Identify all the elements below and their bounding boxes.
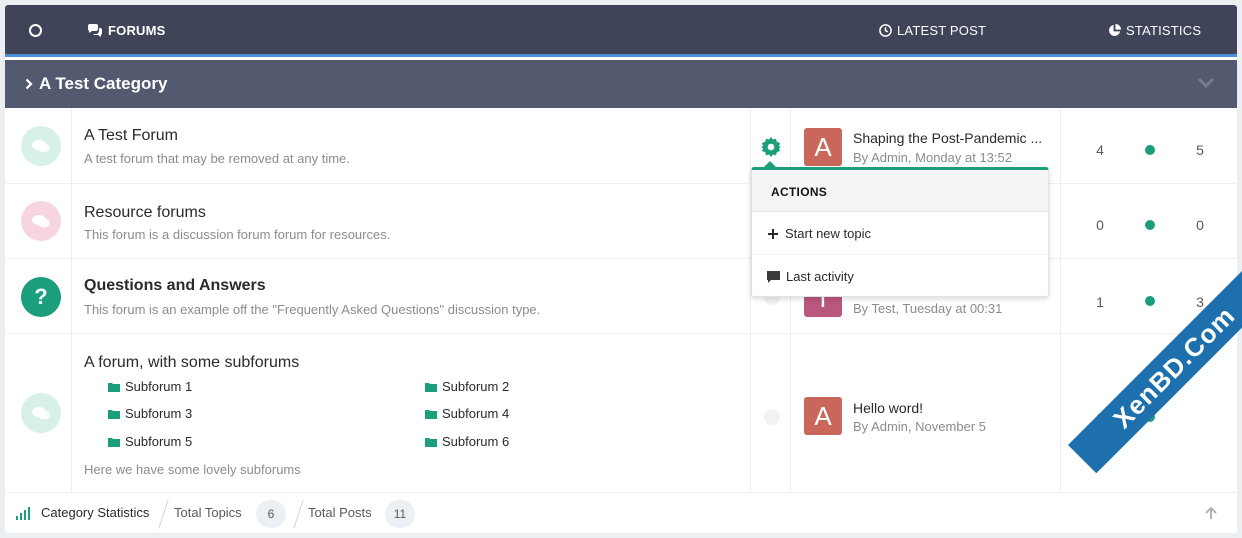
folder-icon: [425, 409, 437, 419]
latest-post-meta: By Admin, Monday at 13:52: [853, 150, 1012, 165]
forum-description: This forum is an example off the "Freque…: [84, 302, 541, 317]
latest-post-meta: By Admin, November 5: [853, 419, 986, 434]
forum-row: A Test Forum A test forum that may be re…: [5, 108, 1237, 184]
signal-bars-icon: [16, 507, 30, 520]
forum-title[interactable]: A forum, with some subforums: [84, 354, 299, 372]
statistics-column-header: STATISTICS: [1108, 23, 1201, 38]
total-posts-label: Total Posts: [308, 505, 372, 520]
unread-indicator: [764, 409, 780, 425]
forums-label: FORUMS: [108, 23, 166, 38]
folder-icon: [108, 382, 120, 392]
subforum-link[interactable]: Subforum 6: [425, 434, 509, 449]
last-activity-label: Last activity: [786, 269, 854, 284]
folder-icon: [108, 409, 120, 419]
forum-title[interactable]: A Test Forum: [84, 127, 178, 145]
arrow-up-icon[interactable]: [1204, 506, 1218, 520]
post-count: 5: [1196, 142, 1204, 158]
subforum-link[interactable]: Subforum 4: [425, 406, 509, 421]
dropdown-divider: [752, 254, 1048, 255]
avatar[interactable]: A: [804, 128, 842, 166]
subforum-label: Subforum 2: [442, 379, 510, 394]
latest-post-meta: By Test, Tuesday at 00:31: [853, 301, 1003, 316]
divider: [293, 499, 304, 529]
status-dot: [1145, 220, 1155, 230]
forum-row: ? Questions and Answers This forum is an…: [5, 259, 1237, 334]
forum-chat-icon: [21, 393, 61, 433]
topic-count: 4: [1096, 142, 1104, 158]
gear-icon[interactable]: [761, 137, 781, 157]
subforum-label: Subforum 4: [442, 406, 510, 421]
actions-dropdown: ACTIONS Start new topic Last activity: [751, 161, 1049, 297]
subforum-label: Subforum 5: [125, 434, 193, 449]
start-new-topic-label: Start new topic: [785, 226, 871, 241]
forum-list-container: FORUMS LATEST POST STATISTICS A Test Cat…: [5, 5, 1237, 533]
status-dot: [1145, 296, 1155, 306]
plus-icon: [768, 228, 778, 239]
latest-post-title[interactable]: Shaping the Post-Pandemic ...: [853, 130, 1042, 146]
comments-icon: [87, 24, 103, 37]
forum-actions-cell: [750, 334, 791, 492]
forum-chat-icon: [21, 126, 61, 166]
forum-row: Resource forums This forum is a discussi…: [5, 184, 1237, 259]
forum-title[interactable]: Questions and Answers: [84, 277, 266, 295]
dropdown-heading: ACTIONS: [752, 170, 1048, 212]
last-activity-item[interactable]: Last activity: [767, 269, 854, 284]
mark-read-toggle[interactable]: [29, 24, 42, 37]
pie-chart-icon: [1109, 24, 1121, 36]
statistics-label: STATISTICS: [1126, 23, 1202, 38]
subforum-label: Subforum 3: [125, 406, 193, 421]
chevron-down-icon: [1197, 77, 1215, 89]
forum-description: A test forum that may be removed at any …: [84, 151, 350, 166]
forum-row: A forum, with some subforums Subforum 1 …: [5, 334, 1237, 492]
clock-icon: [879, 24, 892, 37]
forum-list-header: FORUMS LATEST POST STATISTICS: [5, 5, 1237, 57]
start-new-topic-item[interactable]: Start new topic: [767, 226, 871, 241]
forum-icon-cell: [5, 108, 72, 183]
forums-column-header: FORUMS: [87, 23, 166, 38]
forum-title[interactable]: Resource forums: [84, 204, 206, 222]
total-topics-count: 6: [256, 500, 286, 528]
topic-count: 1: [1096, 294, 1104, 310]
subforum-link[interactable]: Subforum 1: [108, 379, 192, 394]
avatar[interactable]: A: [804, 397, 842, 435]
post-count: 0: [1196, 217, 1204, 233]
collapse-toggle[interactable]: [1197, 76, 1215, 94]
subforum-label: Subforum 6: [442, 434, 510, 449]
subforum-label: Subforum 1: [125, 379, 193, 394]
total-posts-count: 11: [385, 500, 415, 528]
divider: [158, 499, 169, 529]
folder-icon: [425, 382, 437, 392]
category-bar: A Test Category: [5, 60, 1237, 108]
latest-post-label: LATEST POST: [897, 23, 987, 38]
chevron-right-icon: [25, 78, 33, 90]
forum-description: This forum is a discussion forum forum f…: [84, 227, 391, 242]
status-dot: [1145, 145, 1155, 155]
subforum-link[interactable]: Subforum 3: [108, 406, 192, 421]
latest-post-title[interactable]: Hello word!: [853, 400, 923, 416]
subforum-link[interactable]: Subforum 2: [425, 379, 509, 394]
folder-icon: [425, 437, 437, 447]
forum-icon-cell: [5, 184, 72, 258]
folder-icon: [108, 437, 120, 447]
forum-description: Here we have some lovely subforums: [84, 462, 301, 477]
category-footer: Category Statistics Total Topics 6 Total…: [5, 492, 1237, 533]
total-topics-label: Total Topics: [174, 505, 242, 520]
forum-chat-icon: [21, 201, 61, 241]
dropdown-caret: [764, 161, 776, 167]
category-title-text: A Test Category: [39, 74, 168, 93]
forum-icon-cell: ?: [5, 259, 72, 333]
question-icon: ?: [21, 277, 61, 317]
topic-count: 0: [1096, 217, 1104, 233]
comment-icon: [767, 270, 780, 283]
category-title[interactable]: A Test Category: [25, 74, 167, 94]
forum-icon-cell: [5, 334, 72, 492]
category-stats-label: Category Statistics: [41, 505, 150, 520]
subforum-link[interactable]: Subforum 5: [108, 434, 192, 449]
latest-post-cell: A Hello word! By Admin, November 5: [791, 334, 1061, 492]
latest-post-column-header: LATEST POST: [879, 23, 986, 38]
